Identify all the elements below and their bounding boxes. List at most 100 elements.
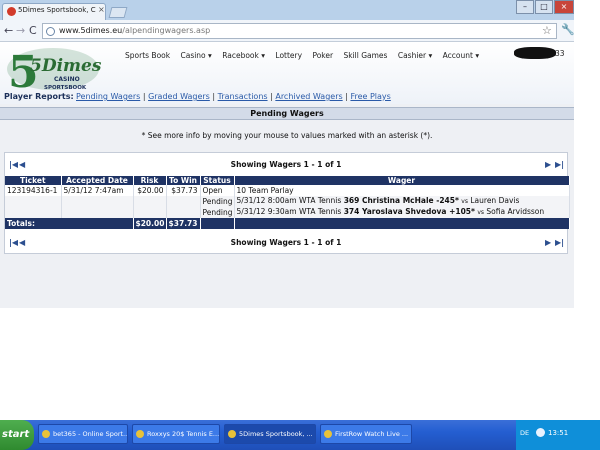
minimize-button[interactable]: – [516,0,534,14]
screen: 5Dimes Sportsbook, Casino, P... × – □ × … [0,0,600,450]
info-note: * See more info by moving your mouse to … [141,131,433,140]
leg-vs: vs [477,209,485,216]
leg-status: Pending [200,196,235,207]
language-indicator[interactable]: DE [520,429,529,437]
last-page-icon[interactable]: ▶| [555,160,564,169]
chrome-icon [136,430,144,438]
leg-vs: vs [461,198,468,205]
wrench-icon[interactable]: 🔧 [561,23,575,36]
nav-skill-games[interactable]: Skill Games [343,51,387,60]
ticket-number: 123194316-1 [5,185,62,196]
accepted-date: 5/31/12 7:47am [61,185,134,196]
account-id-redaction [514,47,556,59]
nav-account[interactable]: Account ▾ [443,51,479,60]
pager-top: |◀ ◀ Showing Wagers 1 - 1 of 1 ▶ ▶| [5,159,567,171]
new-tab-button[interactable] [108,7,128,18]
status-value: Open [200,185,235,196]
table-row[interactable]: Pending 5/31/12 9:30am WTA Tennis 374 Ya… [5,207,570,218]
totals-to-win: $37.73 [166,218,201,229]
logo-wordmark: 5Dimes [30,56,102,76]
close-window-button[interactable]: × [554,0,574,14]
reload-icon[interactable]: C [29,24,37,37]
pager-bottom: |◀ ◀ Showing Wagers 1 - 1 of 1 ▶ ▶| [5,237,567,249]
col-wager: Wager [234,176,570,185]
wagers-panel: |◀ ◀ Showing Wagers 1 - 1 of 1 ▶ ▶| Tick… [4,152,570,254]
logo-casino: CASINO [54,76,80,83]
nav-casino[interactable]: Casino ▾ [180,51,211,60]
forward-arrow-icon[interactable]: → [16,24,25,37]
tab-title: 5Dimes Sportsbook, Casino, P... [18,6,96,14]
totals-risk: $20.00 [133,218,167,229]
player-reports-links: Pending Wagers | Graded Wagers | Transac… [76,92,391,101]
leg-detail: 5/31/12 8:00am WTA Tennis 369 Christina … [234,196,570,207]
nav-racebook[interactable]: Racebook ▾ [222,51,265,60]
next-page-icon[interactable]: ▶ [545,160,551,169]
favicon-icon [7,7,16,16]
leg-opponent: Sofia Arvidsson [486,207,545,216]
browser-toolbar: ← → C www.5dimes.eu/alpendingwagers.asp … [0,20,575,42]
clock: 13:51 [548,429,569,437]
to-win-value: $37.73 [166,185,201,196]
table-row[interactable]: 123194316-1 5/31/12 7:47am $20.00 $37.73… [5,185,570,196]
address-bar[interactable]: www.5dimes.eu/alpendingwagers.asp ☆ [42,23,557,39]
link-graded-wagers[interactable]: Graded Wagers [148,92,210,101]
link-free-plays[interactable]: Free Plays [350,92,390,101]
url-text: www.5dimes.eu/alpendingwagers.asp [59,26,211,35]
col-accepted-date: Accepted Date [61,176,134,185]
nav-cashier[interactable]: Cashier ▾ [398,51,432,60]
leg-status: Pending [200,207,235,218]
chrome-icon [42,430,50,438]
chrome-icon [324,430,332,438]
leg-sport: WTA Tennis [298,196,342,205]
nav-poker[interactable]: Poker [312,51,333,60]
table-header-row: Ticket Accepted Date Risk To Win Status … [5,176,570,185]
window-edge [574,0,600,420]
taskbar-item-firstrow[interactable]: FirstRow Watch Live ... [320,424,412,444]
back-arrow-icon[interactable]: ← [4,24,13,37]
leg-pick[interactable]: 374 Yaroslava Shvedova +105* [344,207,475,216]
taskbar-item-bet365[interactable]: bet365 - Online Sport... [38,424,128,444]
leg-detail: 5/31/12 9:30am WTA Tennis 374 Yaroslava … [234,207,570,218]
link-archived-wagers[interactable]: Archived Wagers [275,92,342,101]
player-reports-bar: Player Reports: Pending Wagers | Graded … [0,90,574,104]
site-logo[interactable]: 5 5Dimes CASINO SPORTSBOOK [4,45,102,93]
browser-tab[interactable]: 5Dimes Sportsbook, Casino, P... × [2,3,106,20]
totals-label: Totals: [5,218,134,229]
browser-titlebar: 5Dimes Sportsbook, Casino, P... × – □ × [0,0,600,20]
page-title: Pending Wagers [0,107,574,120]
player-reports-label: Player Reports: [4,92,74,101]
col-status: Status [200,176,235,185]
link-transactions[interactable]: Transactions [218,92,268,101]
taskbar: start bet365 - Online Sport... Roxxys 20… [0,420,600,450]
globe-icon [46,27,55,36]
next-page-icon[interactable]: ▶ [545,238,551,247]
nav-sports-book[interactable]: Sports Book [125,51,170,60]
leg-pick[interactable]: 369 Christina McHale -245* [344,196,459,205]
col-ticket: Ticket [5,176,62,185]
risk-value: $20.00 [133,185,167,196]
account-id-suffix: 33 [555,49,565,58]
leg-opponent: Lauren Davis [470,196,520,205]
main-nav: Sports Book Casino ▾ Racebook ▾ Lottery … [125,51,487,60]
taskbar-item-5dimes[interactable]: 5Dimes Sportsbook, ... [224,424,316,444]
wager-description: 10 Team Parlay [234,185,570,196]
tab-close-icon[interactable]: × [98,5,105,14]
table-row[interactable]: Pending 5/31/12 8:00am WTA Tennis 369 Ch… [5,196,570,207]
last-page-icon[interactable]: ▶| [555,238,564,247]
col-to-win: To Win [166,176,201,185]
pager-top-text: Showing Wagers 1 - 1 of 1 [230,160,342,169]
leg-date: 5/31/12 9:30am [236,207,297,216]
leg-date: 5/31/12 8:00am [236,196,297,205]
col-risk: Risk [133,176,167,185]
maximize-button[interactable]: □ [535,0,553,14]
chrome-icon [228,430,236,438]
start-button[interactable]: start [0,420,34,450]
leg-sport: WTA Tennis [298,207,342,216]
tray-app-icon[interactable] [536,428,545,437]
link-pending-wagers[interactable]: Pending Wagers [76,92,140,101]
pager-bottom-text: Showing Wagers 1 - 1 of 1 [230,238,342,247]
nav-lottery[interactable]: Lottery [275,51,302,60]
taskbar-item-roxxys[interactable]: Roxxys 20$ Tennis E... [132,424,220,444]
bookmark-star-icon[interactable]: ☆ [542,24,552,37]
wagers-table: Ticket Accepted Date Risk To Win Status … [5,176,570,229]
